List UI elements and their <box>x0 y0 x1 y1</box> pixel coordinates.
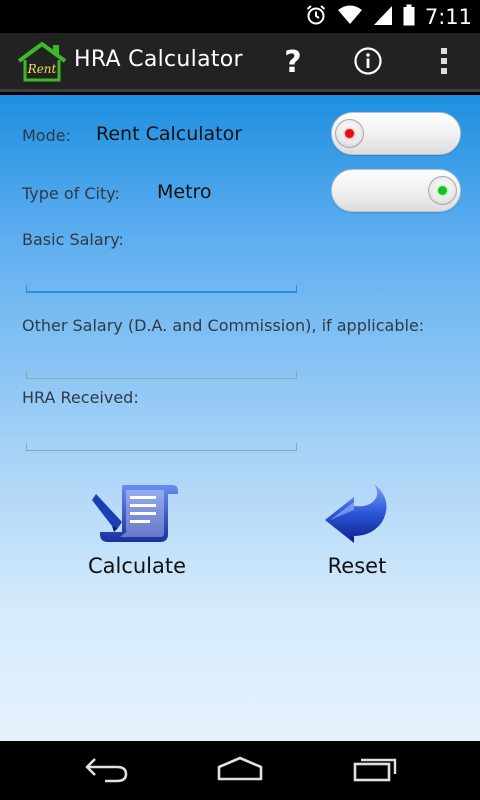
app-logo-text: Rent <box>27 62 57 76</box>
other-salary-label: Other Salary (D.A. and Commission), if a… <box>22 316 425 335</box>
basic-salary-underline <box>26 285 297 293</box>
mode-value: Rent Calculator <box>96 123 243 145</box>
back-arrow-icon <box>322 482 392 548</box>
status-bar: 7:11 <box>0 0 480 33</box>
hra-received-underline <box>26 443 297 451</box>
signal-icon <box>373 4 393 30</box>
city-value: Metro <box>157 181 212 203</box>
help-icon: ? <box>284 45 302 80</box>
wifi-icon <box>337 4 363 30</box>
mode-label: Mode: <box>22 126 71 145</box>
basic-salary-input[interactable] <box>26 257 297 287</box>
nav-home-button[interactable] <box>192 741 288 800</box>
basic-salary-label: Basic Salary: <box>22 230 124 249</box>
app-title: HRA Calculator <box>74 47 243 72</box>
overflow-menu-button[interactable] <box>412 33 476 92</box>
mode-indicator-light <box>345 129 354 138</box>
reset-button[interactable]: Reset <box>315 482 399 578</box>
city-indicator-light <box>438 186 447 195</box>
navigation-bar <box>0 741 480 800</box>
info-icon <box>353 46 383 80</box>
other-salary-underline <box>26 371 297 379</box>
calculate-label: Calculate <box>87 554 187 578</box>
calculate-button[interactable]: Calculate <box>80 482 194 578</box>
app-logo-icon: Rent <box>15 41 69 83</box>
nav-back-button[interactable] <box>59 741 155 800</box>
status-time: 7:11 <box>424 4 472 29</box>
mode-toggle-knob <box>335 119 364 148</box>
hra-received-label: HRA Received: <box>22 388 139 407</box>
calculator-form: Mode: Rent Calculator Type of City: Metr… <box>0 95 480 741</box>
document-pen-icon <box>92 482 182 548</box>
info-button[interactable] <box>336 33 400 92</box>
city-toggle[interactable] <box>331 169 461 212</box>
mode-toggle[interactable] <box>331 112 461 155</box>
recents-icon <box>351 755 399 787</box>
nav-recents-button[interactable] <box>327 741 423 800</box>
alarm-icon <box>305 4 327 30</box>
status-icons: 7:11 <box>305 4 472 29</box>
help-button[interactable]: ? <box>261 33 325 92</box>
reset-label: Reset <box>327 554 387 578</box>
city-toggle-knob <box>428 176 457 205</box>
city-label: Type of City: <box>22 184 120 203</box>
battery-icon <box>403 4 415 30</box>
action-bar: Rent HRA Calculator ? <box>0 33 480 92</box>
home-icon <box>215 755 265 787</box>
overflow-menu-icon <box>440 47 448 79</box>
back-icon <box>83 755 131 787</box>
other-salary-input[interactable] <box>26 343 297 373</box>
hra-received-input[interactable] <box>26 415 297 445</box>
